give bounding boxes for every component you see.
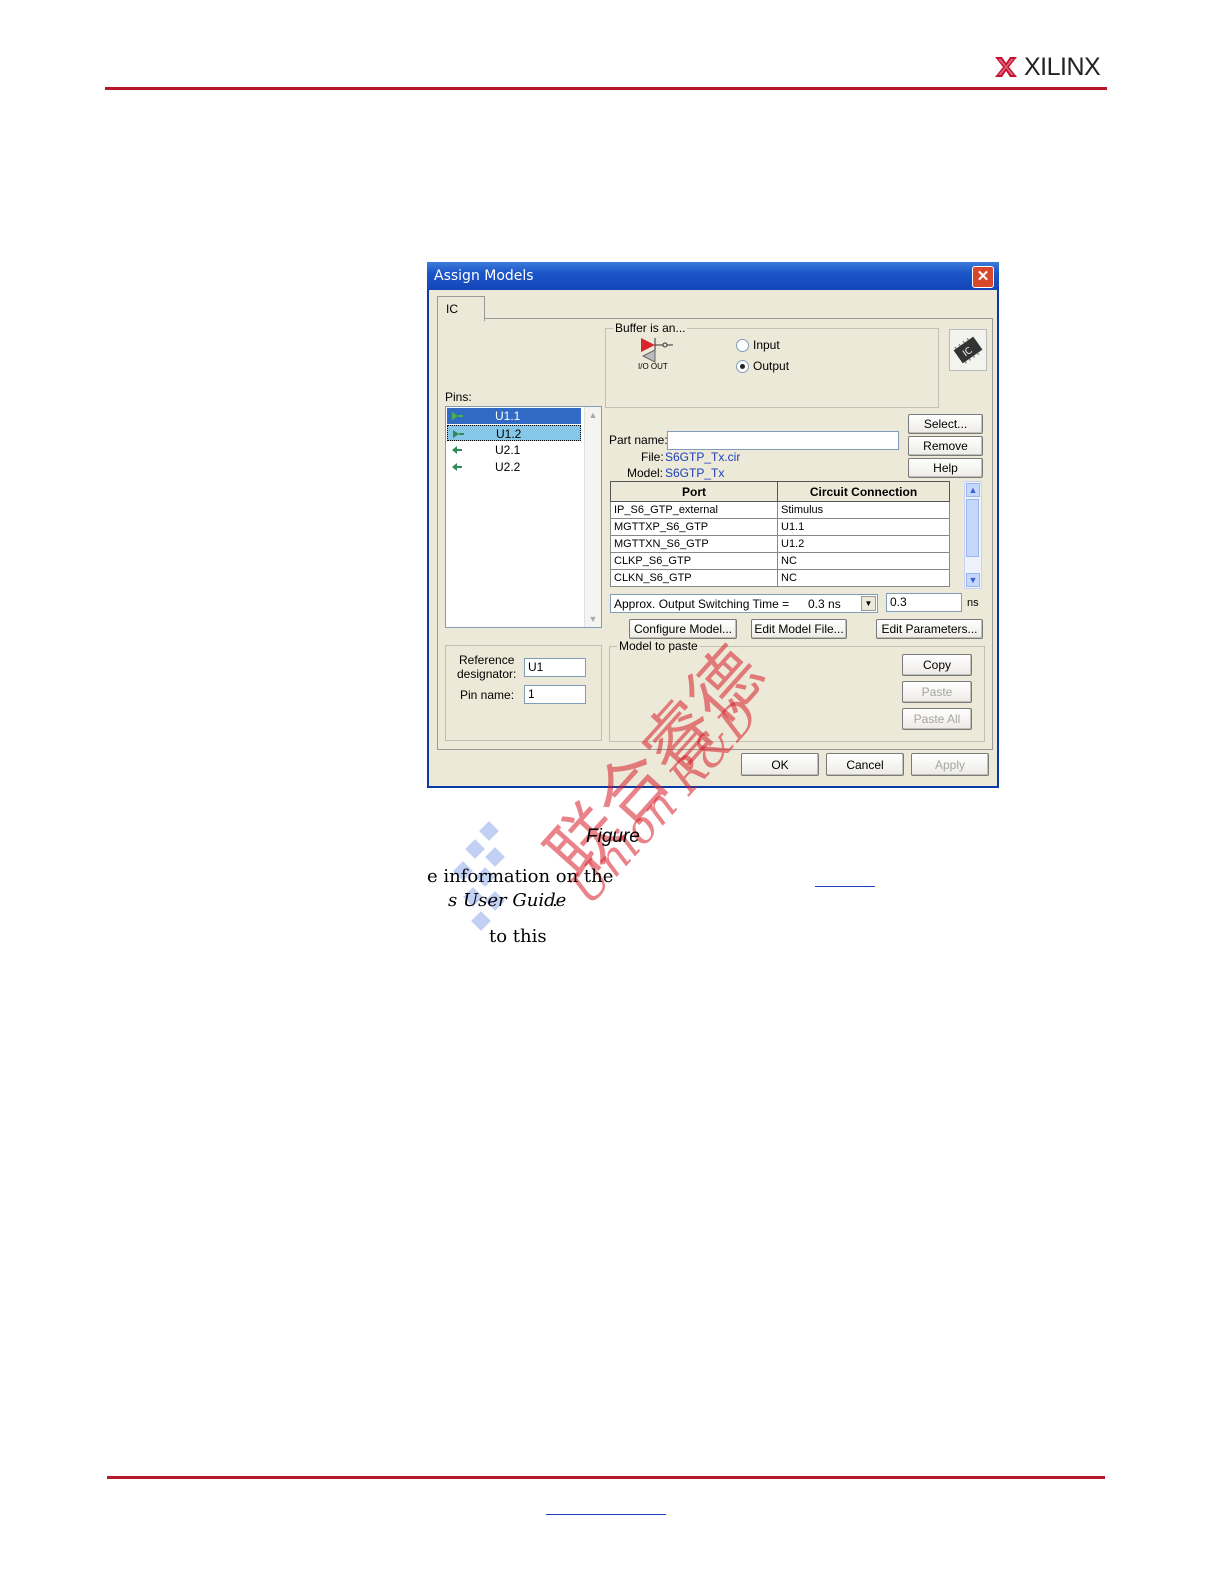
edit-parameters-button[interactable]: Edit Parameters...: [876, 619, 983, 639]
list-item[interactable]: U1.2: [447, 425, 581, 441]
buffer-pin-labels: I/O OUT: [638, 362, 668, 371]
table-row[interactable]: MGTTXN_S6_GTP U1.2: [610, 535, 950, 553]
body-line-2-italic: s User Guide: [448, 890, 567, 911]
model-paste-title: Model to paste: [617, 639, 700, 653]
column-header-port[interactable]: Port: [610, 481, 778, 502]
switching-time-label: Approx. Output Switching Time =: [614, 597, 790, 611]
radio-input-label: Input: [753, 338, 780, 352]
port-cell: CLKP_S6_GTP: [610, 552, 778, 570]
dialog-title: Assign Models: [434, 268, 534, 284]
connection-cell[interactable]: U1.1: [777, 518, 950, 536]
help-button[interactable]: Help: [908, 458, 983, 478]
logo-text: XILINX: [1024, 52, 1101, 81]
close-icon: ✕: [976, 268, 990, 285]
body-line-3: to this: [489, 926, 547, 947]
connection-cell[interactable]: Stimulus: [777, 501, 950, 519]
dialog-titlebar[interactable]: Assign Models ✕: [427, 262, 999, 290]
list-item-label: U2.2: [495, 460, 521, 474]
scroll-thumb[interactable]: [966, 499, 979, 557]
footer-rule: [107, 1476, 1105, 1479]
pin-name-label: Pin name:: [460, 688, 515, 702]
assign-models-dialog: Assign Models ✕ IC Buffer is an... I/O O…: [427, 262, 999, 788]
port-connection-table: Port Circuit Connection IP_S6_GTP_extern…: [610, 481, 950, 587]
port-cell: CLKN_S6_GTP: [610, 569, 778, 587]
output-pin-icon: [452, 412, 463, 420]
input-pin-icon: [452, 463, 462, 471]
paste-button[interactable]: Paste: [902, 681, 972, 703]
ok-button[interactable]: OK: [741, 753, 819, 776]
configure-model-button[interactable]: Configure Model...: [629, 619, 737, 639]
scroll-up-icon[interactable]: ▲: [966, 483, 980, 497]
pins-listbox[interactable]: U1.1 U1.2 U2.1 U2.2 ▲ ▼: [445, 406, 602, 628]
pins-scrollbar[interactable]: ▲ ▼: [584, 407, 601, 627]
copy-button[interactable]: Copy: [902, 654, 972, 676]
scroll-down-icon[interactable]: ▼: [586, 612, 600, 626]
list-item[interactable]: U1.1: [447, 408, 581, 424]
reference-designator-input[interactable]: U1: [524, 658, 586, 677]
chevron-down-icon[interactable]: ▼: [861, 596, 876, 611]
table-row[interactable]: CLKN_S6_GTP NC: [610, 569, 950, 587]
part-name-label: Part name:: [609, 433, 668, 447]
select-button[interactable]: Select...: [908, 414, 983, 434]
column-header-circuit-connection[interactable]: Circuit Connection: [777, 481, 950, 502]
header-rule: [105, 87, 1107, 90]
buffer-group-title: Buffer is an...: [613, 321, 688, 335]
cancel-button[interactable]: Cancel: [826, 753, 904, 776]
port-cell: MGTTXP_S6_GTP: [610, 518, 778, 536]
list-item[interactable]: U2.1: [447, 442, 581, 458]
connection-cell[interactable]: NC: [777, 569, 950, 587]
list-item-label: U2.1: [495, 443, 521, 457]
file-label: File:: [641, 450, 664, 464]
radio-output[interactable]: [736, 360, 749, 373]
file-link[interactable]: S6GTP_Tx.cir: [665, 450, 740, 464]
list-item[interactable]: U2.2: [447, 459, 581, 475]
model-label: Model:: [627, 466, 664, 480]
list-item-label: U1.1: [495, 409, 521, 423]
xilinx-logo: XILINX: [994, 52, 1101, 81]
body-line-1: e information on the: [427, 866, 614, 887]
connection-cell[interactable]: NC: [777, 552, 950, 570]
switching-time-unit: ns: [967, 597, 979, 609]
apply-button[interactable]: Apply: [911, 753, 989, 776]
reference-label-line1: Reference: [459, 653, 515, 667]
figure-caption: Figure: [586, 826, 640, 847]
port-cell: MGTTXN_S6_GTP: [610, 535, 778, 553]
switching-time-select[interactable]: Approx. Output Switching Time = 0.3 ns ▼: [610, 594, 878, 613]
table-row[interactable]: MGTTXP_S6_GTP U1.1: [610, 518, 950, 536]
connection-cell[interactable]: U1.2: [777, 535, 950, 553]
model-link[interactable]: S6GTP_Tx: [665, 466, 724, 480]
hyperlink-underline[interactable]: [815, 886, 875, 887]
pin-name-input[interactable]: 1: [524, 685, 586, 704]
switching-time-selected: 0.3 ns: [808, 597, 841, 611]
body-line-2-tail: .: [552, 890, 558, 911]
footer-link-underline[interactable]: [546, 1514, 666, 1515]
edit-model-file-button[interactable]: Edit Model File...: [751, 619, 847, 639]
close-button[interactable]: ✕: [972, 266, 994, 288]
pins-label: Pins:: [445, 390, 472, 404]
tab-label: IC: [446, 302, 458, 316]
radio-output-label: Output: [753, 359, 790, 373]
ic-icon-box: IC: [949, 329, 987, 371]
input-pin-icon: [452, 446, 462, 454]
tab-ic[interactable]: IC: [437, 296, 485, 321]
grid-scrollbar[interactable]: ▲ ▼: [964, 481, 982, 589]
table-row[interactable]: CLKP_S6_GTP NC: [610, 552, 950, 570]
scroll-up-icon[interactable]: ▲: [586, 408, 600, 422]
xilinx-mark-icon: [995, 57, 1017, 77]
list-item-label: U1.2: [496, 427, 522, 441]
remove-button[interactable]: Remove: [908, 436, 983, 456]
switching-time-input[interactable]: 0.3: [886, 593, 962, 612]
reference-label-line2: designator:: [457, 667, 517, 681]
radio-input[interactable]: [736, 339, 749, 352]
part-name-input[interactable]: [667, 431, 899, 450]
scroll-down-icon[interactable]: ▼: [966, 573, 980, 587]
table-row[interactable]: IP_S6_GTP_external Stimulus: [610, 501, 950, 519]
output-pin-icon: [453, 430, 464, 438]
port-cell: IP_S6_GTP_external: [610, 501, 778, 519]
ic-chip-icon: IC: [953, 336, 983, 364]
paste-all-button[interactable]: Paste All: [902, 708, 972, 730]
